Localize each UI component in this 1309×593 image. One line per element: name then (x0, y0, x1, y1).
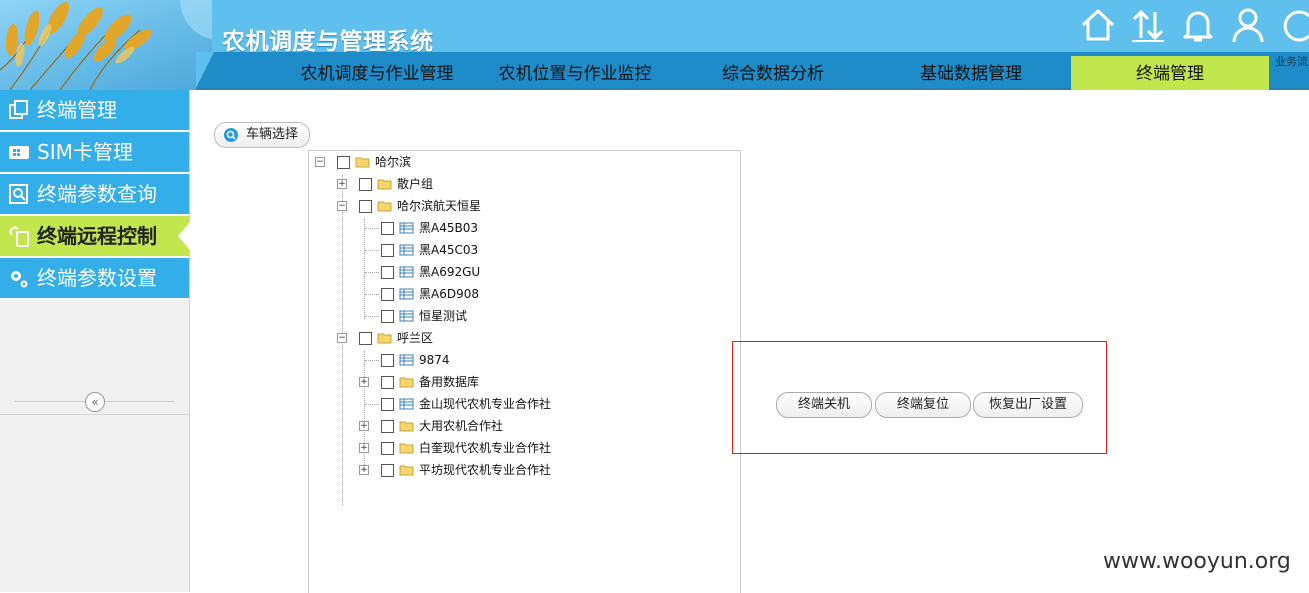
folder-open-icon (377, 333, 392, 344)
collapse-toggle[interactable]: − (337, 201, 347, 211)
folder-open-icon (377, 201, 392, 212)
sidebar-item-label: 终端管理 (37, 98, 117, 122)
table-icon (399, 310, 414, 322)
nav-item-terminal[interactable]: 终端管理 (1071, 56, 1269, 90)
tree-checkbox[interactable] (381, 244, 394, 257)
vehicle-select-label: 车辆选择 (246, 127, 299, 142)
app-title: 农机调度与管理系统 (222, 29, 434, 55)
folder-icon (399, 465, 414, 476)
tree-checkbox[interactable] (337, 156, 350, 169)
bell-icon[interactable] (1179, 6, 1217, 44)
sidebar-item-label: SIM卡管理 (37, 140, 133, 164)
factory-reset-button[interactable]: 恢复出厂设置 (973, 392, 1083, 418)
terminal-shutdown-button[interactable]: 终端关机 (776, 392, 872, 418)
folder-open-icon (355, 157, 370, 168)
table-icon (399, 354, 414, 366)
home-icon[interactable] (1079, 6, 1117, 44)
sidebar-item-param-query[interactable]: 终端参数查询 (0, 174, 189, 216)
table-icon (399, 266, 414, 278)
user-icon[interactable] (1229, 6, 1267, 44)
tree-checkbox[interactable] (359, 178, 372, 191)
business-flow-label[interactable]: 业务流 (1275, 53, 1308, 69)
remote-control-panel: 终端关机 终端复位 恢复出厂设置 (732, 341, 1107, 454)
nav-item-monitor[interactable]: 农机位置与作业监控 (476, 56, 674, 90)
vehicle-search-icon (224, 128, 238, 142)
remote-control-icon (9, 226, 29, 247)
tree-checkbox[interactable] (381, 376, 394, 389)
tree-checkbox[interactable] (381, 288, 394, 301)
tree-checkbox[interactable] (381, 442, 394, 455)
wheat-logo (0, 0, 212, 90)
table-icon (399, 398, 414, 410)
expand-toggle[interactable]: + (359, 443, 369, 453)
table-icon (399, 288, 414, 300)
expand-toggle[interactable]: + (359, 421, 369, 431)
tree-checkbox[interactable] (359, 200, 372, 213)
tree-checkbox[interactable] (381, 310, 394, 323)
folder-icon (377, 179, 392, 190)
sidebar-item-label: 终端参数查询 (37, 182, 157, 206)
table-icon (399, 222, 414, 234)
search-doc-icon (9, 184, 28, 204)
expand-toggle[interactable]: + (359, 377, 369, 387)
sim-card-icon (9, 146, 29, 159)
tree-checkbox[interactable] (381, 464, 394, 477)
app-header: 农机调度与管理系统 农机调度与作业管理 农机位置与作业监控 综合数据分析 基础数… (0, 0, 1309, 90)
sidebar-item-param-settings[interactable]: 终端参数设置 (0, 258, 189, 300)
sidebar-item-label: 终端参数设置 (37, 266, 157, 290)
collapse-sidebar-button[interactable]: « (85, 392, 105, 412)
sidebar-item-terminal-management[interactable]: 终端管理 (0, 90, 189, 132)
collapse-toggle[interactable]: − (337, 333, 347, 343)
tree-checkbox[interactable] (359, 332, 372, 345)
tree-checkbox[interactable] (381, 354, 394, 367)
nav-item-basic-data[interactable]: 基础数据管理 (872, 56, 1070, 90)
tree-checkbox[interactable] (381, 420, 394, 433)
active-indicator (178, 222, 190, 250)
sidebar-item-label: 终端远程控制 (37, 224, 157, 248)
collapse-toggle[interactable]: − (315, 157, 325, 167)
sidebar-item-sim-card[interactable]: SIM卡管理 (0, 132, 189, 174)
tree-checkbox[interactable] (381, 398, 394, 411)
watermark: www.wooyun.org (1103, 549, 1291, 574)
tree-checkbox[interactable] (381, 222, 394, 235)
gears-icon (11, 271, 28, 288)
expand-toggle[interactable]: + (359, 465, 369, 475)
expand-toggle[interactable]: + (337, 179, 347, 189)
refresh-icon[interactable] (1279, 6, 1309, 44)
terminal-reset-button[interactable]: 终端复位 (875, 392, 971, 418)
windows-icon (9, 100, 28, 119)
sidebar-item-remote-control[interactable]: 终端远程控制 (0, 216, 190, 258)
upload-download-icon[interactable] (1129, 6, 1167, 44)
tree-checkbox[interactable] (381, 266, 394, 279)
sidebar: 终端管理 SIM卡管理 终端参数查询 终端远程控制 终端参数设置 « (0, 90, 190, 592)
table-icon (399, 244, 414, 256)
folder-icon (399, 377, 414, 388)
vehicle-select-button[interactable]: 车辆选择 (214, 122, 310, 148)
nav-item-analysis[interactable]: 综合数据分析 (674, 56, 872, 90)
folder-icon (399, 443, 414, 454)
folder-icon (399, 421, 414, 432)
nav-item-dispatch[interactable]: 农机调度与作业管理 (278, 56, 476, 90)
vehicle-tree: − 哈尔滨 + 散户组 − 哈尔滨航天恒星 黑A45B03 黑A45C03 黑A… (308, 150, 741, 593)
